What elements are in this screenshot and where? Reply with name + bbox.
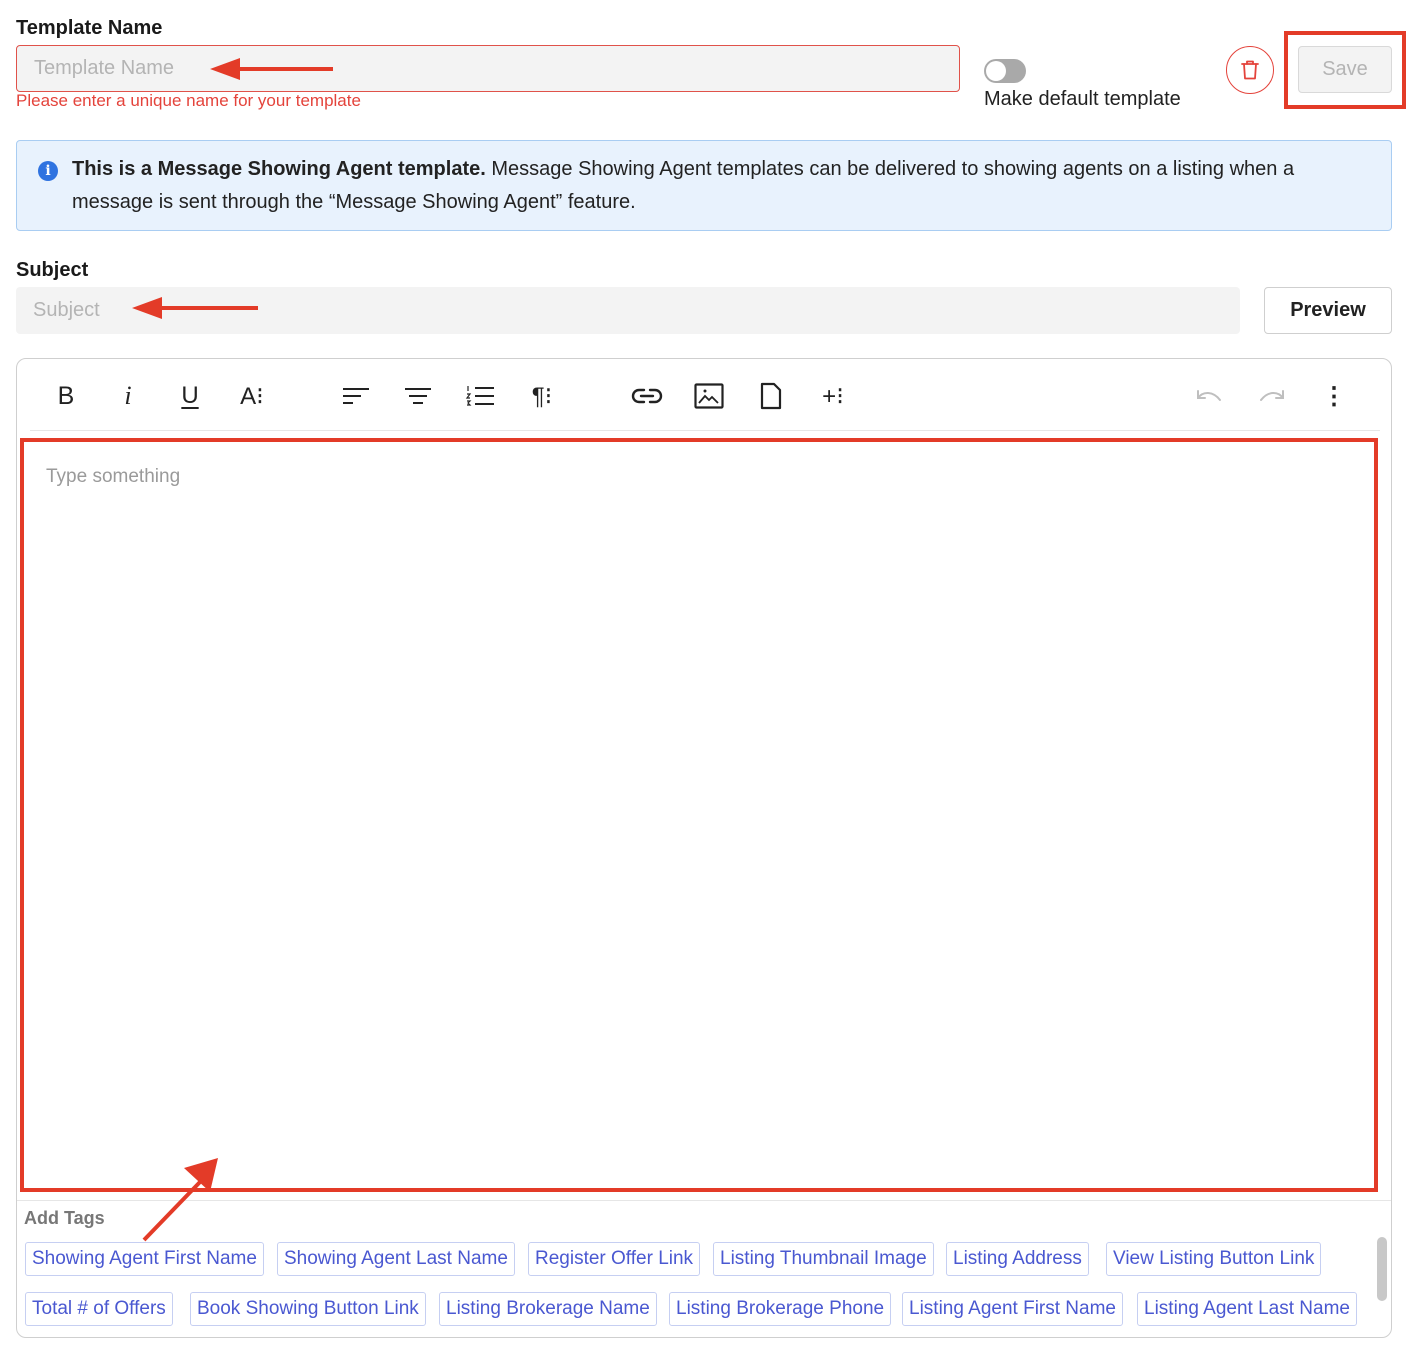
- save-button[interactable]: Save: [1298, 46, 1392, 93]
- subject-label: Subject: [16, 259, 89, 281]
- template-name-label: Template Name: [16, 17, 163, 39]
- tag-chip[interactable]: Listing Agent First Name: [902, 1292, 1123, 1326]
- more-vertical-icon: ⋮: [1322, 382, 1346, 410]
- tag-chip[interactable]: Listing Brokerage Name: [439, 1292, 657, 1326]
- ordered-list-button[interactable]: [462, 378, 498, 414]
- subject-input[interactable]: [16, 287, 1240, 334]
- more-options-button[interactable]: ⋮: [1316, 378, 1352, 414]
- bold-icon: B: [57, 381, 75, 410]
- template-name-error: Please enter a unique name for your temp…: [16, 91, 361, 110]
- tag-chip[interactable]: Book Showing Button Link: [190, 1292, 426, 1326]
- trash-icon: [1241, 60, 1259, 80]
- bold-button[interactable]: B: [48, 378, 84, 414]
- align-center-button[interactable]: [400, 378, 436, 414]
- align-center-icon: [405, 388, 431, 404]
- message-body-input[interactable]: [24, 440, 1374, 1188]
- tag-chip[interactable]: Register Offer Link: [528, 1242, 701, 1276]
- image-button[interactable]: [691, 378, 727, 414]
- add-tags-title: Add Tags: [24, 1208, 105, 1228]
- toolbar-divider: [30, 430, 1380, 431]
- underline-icon: U: [181, 382, 199, 409]
- info-banner-bold: This is a Message Showing Agent template…: [72, 158, 486, 180]
- font-size-button[interactable]: A⁝: [234, 378, 270, 414]
- italic-button[interactable]: i: [110, 378, 146, 414]
- tag-chip[interactable]: Listing Address: [946, 1242, 1089, 1276]
- image-icon: [694, 383, 724, 409]
- tag-chip[interactable]: View Listing Button Link: [1106, 1242, 1322, 1276]
- info-icon: i: [38, 161, 58, 181]
- delete-button[interactable]: [1226, 46, 1274, 94]
- tag-chip[interactable]: Listing Thumbnail Image: [713, 1242, 934, 1276]
- info-banner-text: This is a Message Showing Agent template…: [72, 153, 1372, 219]
- tags-divider: [17, 1200, 1391, 1201]
- undo-button[interactable]: [1191, 378, 1227, 414]
- insert-more-button[interactable]: +⁝: [815, 378, 851, 414]
- file-button[interactable]: [753, 378, 789, 414]
- tag-chip[interactable]: Listing Agent Last Name: [1137, 1292, 1357, 1326]
- paragraph-button[interactable]: ¶⁝: [524, 378, 560, 414]
- ordered-list-icon: [465, 386, 494, 406]
- italic-icon: i: [124, 381, 132, 410]
- preview-button[interactable]: Preview: [1264, 287, 1392, 334]
- align-left-button[interactable]: [338, 378, 374, 414]
- undo-icon: [1197, 390, 1221, 401]
- default-template-label: Make default template: [984, 88, 1181, 110]
- file-icon: [760, 382, 782, 410]
- tag-chip[interactable]: Showing Agent Last Name: [277, 1242, 515, 1276]
- font-size-icon: A⁝: [240, 382, 264, 410]
- tags-scrollbar[interactable]: [1377, 1237, 1387, 1301]
- toggle-knob: [986, 61, 1006, 81]
- default-template-toggle[interactable]: [984, 59, 1026, 83]
- tag-chip[interactable]: Total # of Offers: [25, 1292, 173, 1326]
- redo-button[interactable]: [1254, 378, 1290, 414]
- redo-icon: [1260, 390, 1284, 401]
- link-icon: [631, 388, 663, 404]
- align-left-icon: [343, 388, 369, 404]
- tag-chip[interactable]: Showing Agent First Name: [25, 1242, 264, 1276]
- link-button[interactable]: [629, 378, 665, 414]
- template-name-input[interactable]: [16, 45, 960, 92]
- insert-more-icon: +⁝: [822, 382, 844, 410]
- tag-chip[interactable]: Listing Brokerage Phone: [669, 1292, 892, 1326]
- underline-button[interactable]: U: [172, 378, 208, 414]
- paragraph-icon: ¶⁝: [531, 382, 553, 410]
